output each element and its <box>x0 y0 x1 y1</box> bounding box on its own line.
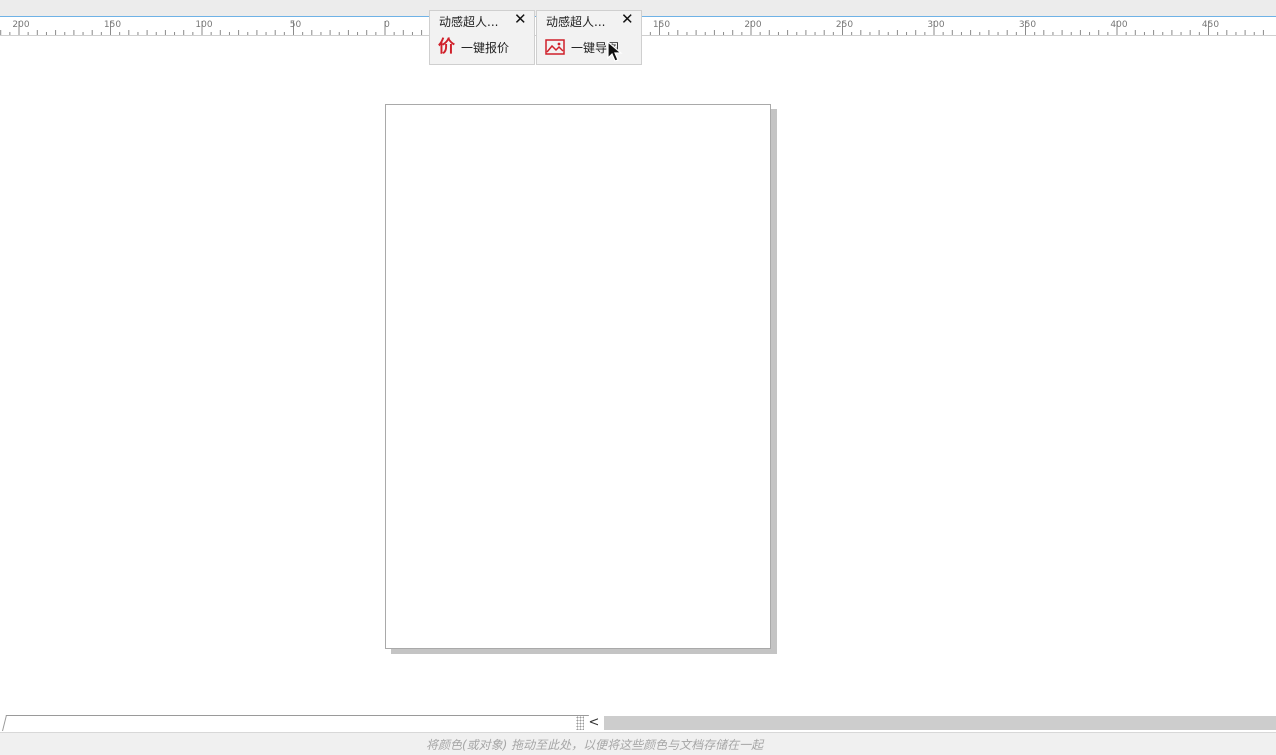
popup-title: 动感超人... <box>546 15 606 29</box>
document-page[interactable] <box>385 104 771 649</box>
color-palette-bar[interactable]: < <box>0 714 1276 732</box>
ruler-label: 450 <box>1202 20 1219 30</box>
quote-button-label: 一键报价 <box>461 40 510 55</box>
ruler-label: 400 <box>1110 20 1127 30</box>
popup-title: 动感超人... <box>439 15 499 29</box>
plugin-popup-quote: 动感超人... ✕ 价 一键报价 <box>429 10 535 65</box>
ruler-label: 200 <box>12 20 29 30</box>
image-icon <box>545 39 565 55</box>
status-bar: 将颜色(或对象) 拖动至此处，以便将这些颜色与文档存储在一起 <box>0 732 1276 755</box>
ruler-label: 150 <box>653 20 670 30</box>
ruler-label: 50 <box>290 20 302 30</box>
document-palette-tab[interactable] <box>2 715 589 731</box>
ruler-label: 150 <box>104 20 121 30</box>
scroll-left-button[interactable]: < <box>586 715 602 731</box>
ruler-label: 250 <box>836 20 853 30</box>
ruler-label: 100 <box>195 20 212 30</box>
close-icon[interactable]: ✕ <box>514 11 527 27</box>
plugin-popup-export-image: 动感超人... ✕ 一键导图 <box>536 10 642 65</box>
quote-button[interactable]: 价 一键报价 <box>438 36 509 58</box>
status-hint-text: 将颜色(或对象) 拖动至此处，以便将这些颜色与文档存储在一起 <box>426 738 764 752</box>
ruler-label: 350 <box>1019 20 1036 30</box>
price-tag-icon: 价 <box>438 37 455 57</box>
close-icon[interactable]: ✕ <box>621 11 634 27</box>
ruler-label: 0 <box>384 20 390 30</box>
ruler-label: 200 <box>744 20 761 30</box>
horizontal-scrollbar[interactable] <box>604 716 1276 730</box>
mouse-cursor-icon <box>607 40 623 62</box>
ruler-label: 300 <box>927 20 944 30</box>
palette-grip-handle[interactable] <box>576 716 584 730</box>
